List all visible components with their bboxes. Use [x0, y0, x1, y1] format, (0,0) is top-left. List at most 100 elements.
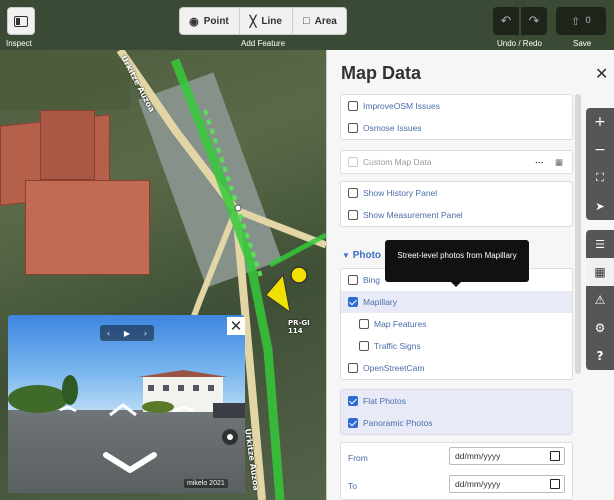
close-panel-button[interactable]: ✕: [595, 64, 608, 83]
help-icon: ?: [596, 349, 604, 363]
viewer-direction-arrows[interactable]: [8, 315, 245, 493]
layers-icon: ☰: [595, 237, 605, 251]
checkbox[interactable]: [348, 363, 358, 373]
geolocate-button[interactable]: ➤: [586, 192, 614, 220]
user-gear-icon: ⚙: [594, 321, 606, 335]
inspect-label: Inspect: [6, 39, 32, 48]
background-pane-button[interactable]: ☰: [586, 230, 614, 258]
area-label: Area: [314, 15, 337, 27]
filter-label: Panoramic Photos: [363, 418, 433, 428]
map-data-pane-button[interactable]: ▦: [586, 258, 614, 286]
from-date-input[interactable]: dd/mm/yyyy: [449, 447, 565, 465]
close-viewer-button[interactable]: ✕: [227, 317, 245, 335]
checkbox[interactable]: [348, 157, 358, 167]
layer-osmose[interactable]: Osmose Issues: [341, 117, 572, 139]
layer-label: Custom Map Data: [363, 157, 432, 167]
layer-traffic-signs[interactable]: Traffic Signs: [341, 335, 572, 357]
checkbox[interactable]: [348, 188, 358, 198]
add-area-button[interactable]: □ Area: [293, 8, 347, 34]
add-feature-group: ◉ Point ╳ Line □ Area: [179, 7, 347, 35]
add-line-button[interactable]: ╳ Line: [240, 8, 293, 34]
help-pane-button[interactable]: ?: [586, 342, 614, 370]
toggle-label: Show History Panel: [363, 188, 438, 198]
warning-icon: ⚠: [594, 293, 606, 307]
sidebar-icon: [14, 15, 28, 27]
trail-label: PR-GI 114: [288, 319, 310, 335]
line-label: Line: [261, 15, 282, 27]
more-options-icon[interactable]: ⋯: [535, 157, 544, 168]
inspect-button[interactable]: [7, 7, 35, 35]
point-label: Point: [203, 15, 229, 27]
layer-label: Osmose Issues: [363, 123, 422, 133]
to-label: To: [348, 481, 357, 491]
layer-label: Map Features: [374, 319, 427, 329]
filter-label: Flat Photos: [363, 396, 406, 406]
photo-viewer[interactable]: ‹ ▶ › ✕ mikelo 2021: [8, 315, 245, 493]
date-placeholder: dd/mm/yyyy: [455, 451, 501, 461]
checkbox-checked[interactable]: [348, 297, 358, 307]
redo-button[interactable]: ↷: [521, 7, 547, 35]
undo-redo-label: Undo / Redo: [497, 39, 542, 48]
map-data-panel: Map Data ✕ ImproveOSM Issues Osmose Issu…: [326, 50, 614, 500]
save-button[interactable]: ⇧ 0: [556, 7, 606, 35]
date-filter-box: From dd/mm/yyyy To dd/mm/yyyy: [340, 442, 573, 500]
map-data-icon: ▦: [594, 265, 606, 279]
photo-credit: mikelo 2021: [184, 479, 228, 488]
toggle-measurement-panel[interactable]: Show Measurement Panel: [341, 204, 572, 226]
upload-icon: ⇧: [571, 14, 581, 28]
point-icon: ◉: [189, 15, 199, 28]
photo-overlays-section[interactable]: ▼ Photo: [342, 250, 381, 261]
zoom-to-data-icon[interactable]: ▦: [555, 157, 563, 168]
calendar-icon[interactable]: [550, 451, 560, 461]
add-feature-label: Add Feature: [241, 39, 286, 48]
line-icon: ╳: [249, 15, 257, 28]
from-label: From: [348, 453, 368, 463]
section-label: Photo: [352, 250, 382, 261]
zoom-to-selection-button[interactable]: ⛶: [586, 164, 614, 192]
layer-label: Bing: [363, 275, 381, 285]
date-placeholder: dd/mm/yyyy: [455, 479, 501, 489]
photo-type-box: Flat Photos Panoramic Photos: [340, 389, 573, 435]
checkbox-checked[interactable]: [348, 396, 358, 406]
save-label: Save: [573, 39, 592, 48]
layer-label: Traffic Signs: [374, 341, 421, 351]
undo-button[interactable]: ↶: [493, 7, 519, 35]
layer-map-features[interactable]: Map Features: [341, 313, 572, 335]
issues-pane-button[interactable]: ⚠: [586, 286, 614, 314]
location-arrow-icon: ➤: [595, 199, 605, 213]
panel-title: Map Data: [341, 63, 422, 83]
preferences-pane-button[interactable]: ⚙: [586, 314, 614, 342]
checkbox[interactable]: [359, 319, 369, 329]
layer-label: Mapillary: [363, 297, 398, 307]
checkbox[interactable]: [348, 210, 358, 220]
checkbox[interactable]: [348, 123, 358, 133]
mapillary-tooltip: Street-level photos from Mapillary: [385, 240, 529, 287]
layer-openstreetcam[interactable]: OpenStreetCam: [341, 357, 572, 379]
layer-label: OpenStreetCam: [363, 363, 425, 373]
checkbox[interactable]: [359, 341, 369, 351]
panels-box: Show History Panel Show Measurement Pane…: [340, 181, 573, 227]
layer-custom-map-data[interactable]: Custom Map Data ⋯ ▦: [341, 151, 572, 173]
zoom-in-button[interactable]: +: [586, 108, 614, 136]
filter-panoramic-photos[interactable]: Panoramic Photos: [341, 412, 572, 434]
layer-improveosm[interactable]: ImproveOSM Issues: [341, 95, 572, 117]
zoom-out-button[interactable]: −: [586, 136, 614, 164]
chevron-down-icon: ▼: [342, 251, 350, 260]
top-toolbar: Inspect ◉ Point ╳ Line □ Area Add Featur…: [0, 0, 614, 50]
to-date-input[interactable]: dd/mm/yyyy: [449, 475, 565, 493]
checkbox[interactable]: [348, 275, 358, 285]
area-icon: □: [302, 15, 310, 27]
filter-flat-photos[interactable]: Flat Photos: [341, 390, 572, 412]
toggle-history-panel[interactable]: Show History Panel: [341, 182, 572, 204]
add-point-button[interactable]: ◉ Point: [179, 8, 240, 34]
redo-icon: ↷: [528, 13, 540, 29]
custom-data-box: Custom Map Data ⋯ ▦: [340, 150, 573, 174]
calendar-icon[interactable]: [550, 479, 560, 489]
qa-layers-box: ImproveOSM Issues Osmose Issues: [340, 94, 573, 140]
panel-scrollbar[interactable]: [575, 94, 581, 374]
zoom-selection-icon: ⛶: [596, 171, 604, 184]
checkbox-checked[interactable]: [348, 418, 358, 428]
checkbox[interactable]: [348, 101, 358, 111]
layer-mapillary[interactable]: Mapillary: [341, 291, 572, 313]
undo-icon: ↶: [500, 13, 512, 29]
